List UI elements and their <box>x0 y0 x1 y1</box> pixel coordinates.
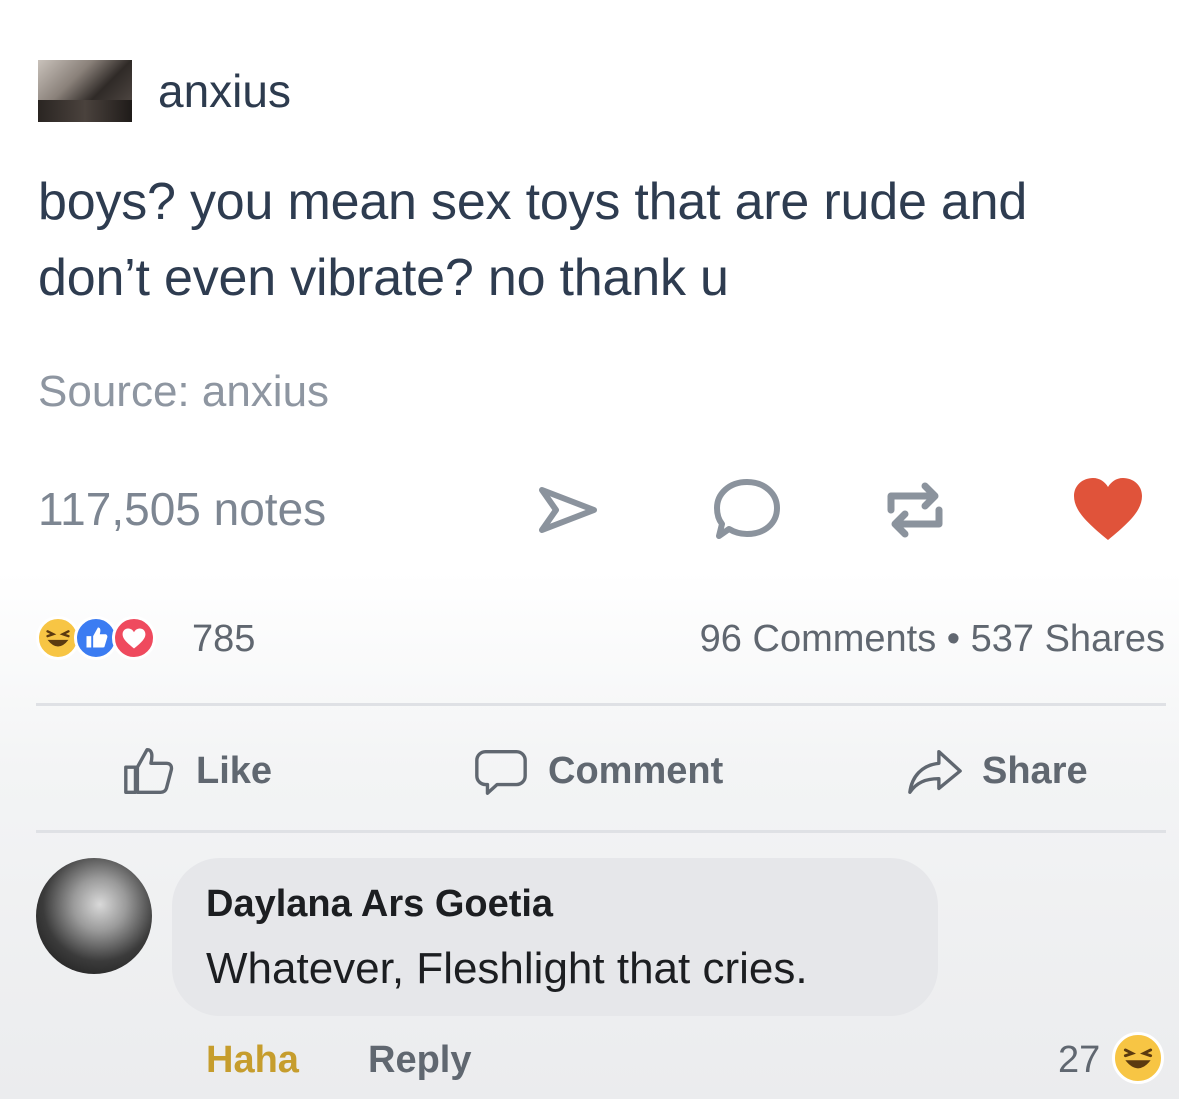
reblog-icon[interactable] <box>875 470 955 550</box>
comment-haha-button[interactable]: Haha <box>206 1032 299 1088</box>
send-icon[interactable] <box>528 470 608 550</box>
comment-reaction-count[interactable]: 27 <box>1058 1032 1100 1088</box>
tumblr-username[interactable]: anxius <box>158 60 291 122</box>
tumblr-avatar[interactable] <box>38 60 132 122</box>
thumbs-up-icon <box>124 748 174 794</box>
reaction-icons[interactable] <box>36 616 196 664</box>
comments-shares-count[interactable]: 96 Comments • 537 Shares <box>700 614 1165 664</box>
comment-button[interactable]: Comment <box>472 740 723 802</box>
tumblr-source[interactable]: Source: anxius <box>38 362 329 422</box>
divider <box>36 830 1166 833</box>
love-reaction-icon <box>112 616 156 660</box>
tumblr-notes-count[interactable]: 117,505 notes <box>38 478 326 540</box>
heart-icon[interactable] <box>1068 470 1148 550</box>
divider <box>36 703 1166 706</box>
reaction-count[interactable]: 785 <box>192 614 255 664</box>
like-button[interactable]: Like <box>120 740 272 802</box>
comment-icon[interactable] <box>707 470 787 550</box>
share-button[interactable]: Share <box>906 740 1088 802</box>
share-arrow-icon <box>908 749 962 794</box>
commenter-avatar[interactable] <box>36 858 152 974</box>
like-label: Like <box>196 749 273 792</box>
speech-bubble-icon <box>475 749 527 795</box>
comment-text: Whatever, Fleshlight that cries. <box>206 944 808 993</box>
tumblr-post-text: boys? you mean sex toys that are rude an… <box>38 173 1028 307</box>
share-label: Share <box>982 749 1088 792</box>
haha-reaction-icon <box>1112 1032 1164 1084</box>
comment-reply-button[interactable]: Reply <box>368 1032 471 1088</box>
comment-label: Comment <box>548 749 724 792</box>
comment-author[interactable]: Daylana Ars Goetia <box>206 878 553 930</box>
